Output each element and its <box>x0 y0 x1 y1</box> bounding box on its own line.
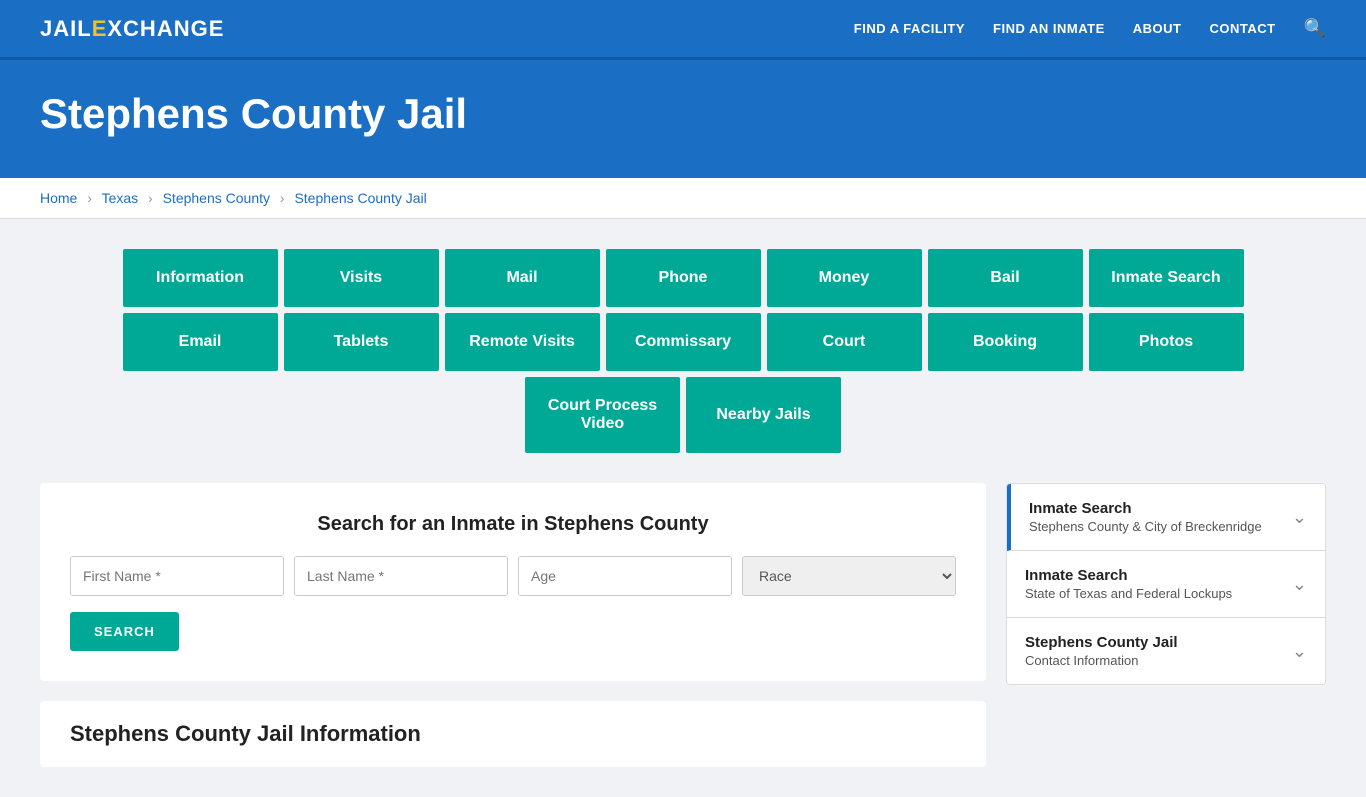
sidebar-item-title-0: Inmate Search <box>1029 500 1282 517</box>
inmate-search-form-box: Search for an Inmate in Stephens County … <box>40 483 986 681</box>
breadcrumb-jail[interactable]: Stephens County Jail <box>294 190 426 206</box>
category-btn-photos[interactable]: Photos <box>1089 313 1244 371</box>
category-btn-nearby-jails[interactable]: Nearby Jails <box>686 377 841 453</box>
breadcrumb: Home › Texas › Stephens County › Stephen… <box>0 178 1366 219</box>
search-form-title: Search for an Inmate in Stephens County <box>70 513 956 536</box>
sidebar-item-1[interactable]: Inmate Search State of Texas and Federal… <box>1007 551 1325 618</box>
category-btn-remote-visits[interactable]: Remote Visits <box>445 313 600 371</box>
sidebar-item-0[interactable]: Inmate Search Stephens County & City of … <box>1007 484 1325 551</box>
nav-find-facility[interactable]: FIND A FACILITY <box>854 21 965 36</box>
breadcrumb-sep-1: › <box>87 190 92 206</box>
hero-section: Stephens County Jail <box>0 60 1366 178</box>
sidebar-item-title-2: Stephens County Jail <box>1025 634 1282 651</box>
content-area: InformationVisitsMailPhoneMoneyBailInmat… <box>0 219 1366 797</box>
two-column-layout: Search for an Inmate in Stephens County … <box>40 483 1326 767</box>
category-btn-court-process-video[interactable]: Court Process Video <box>525 377 680 453</box>
sidebar-item-text-2: Stephens County Jail Contact Information <box>1025 634 1282 668</box>
chevron-down-icon: ⌄ <box>1292 641 1307 662</box>
logo-exchange: XCHANGE <box>107 16 224 42</box>
category-btn-information[interactable]: Information <box>123 249 278 307</box>
page-title: Stephens County Jail <box>40 90 1326 138</box>
category-btn-bail[interactable]: Bail <box>928 249 1083 307</box>
category-btn-booking[interactable]: Booking <box>928 313 1083 371</box>
button-row-3: Court Process VideoNearby Jails <box>525 377 841 453</box>
sidebar-item-subtitle-1: State of Texas and Federal Lockups <box>1025 586 1282 601</box>
sidebar-item-subtitle-2: Contact Information <box>1025 653 1282 668</box>
category-btn-mail[interactable]: Mail <box>445 249 600 307</box>
main-nav: JAIL E XCHANGE FIND A FACILITY FIND AN I… <box>0 0 1366 60</box>
nav-links: FIND A FACILITY FIND AN INMATE ABOUT CON… <box>854 18 1326 39</box>
first-name-input[interactable] <box>70 556 284 596</box>
race-select[interactable]: Race White Black Hispanic Asian Other <box>742 556 956 596</box>
category-btn-court[interactable]: Court <box>767 313 922 371</box>
breadcrumb-sep-3: › <box>280 190 285 206</box>
logo-jail: JAIL <box>40 16 92 42</box>
nav-contact[interactable]: CONTACT <box>1209 21 1275 36</box>
sidebar-item-text-1: Inmate Search State of Texas and Federal… <box>1025 567 1282 601</box>
nav-about[interactable]: ABOUT <box>1133 21 1182 36</box>
breadcrumb-home[interactable]: Home <box>40 190 77 206</box>
category-btn-visits[interactable]: Visits <box>284 249 439 307</box>
breadcrumb-sep-2: › <box>148 190 153 206</box>
sidebar-accordion: Inmate Search Stephens County & City of … <box>1006 483 1326 685</box>
sidebar-item-title-1: Inmate Search <box>1025 567 1282 584</box>
logo[interactable]: JAIL E XCHANGE <box>40 16 224 42</box>
search-icon[interactable]: 🔍 <box>1304 18 1326 39</box>
category-btn-tablets[interactable]: Tablets <box>284 313 439 371</box>
chevron-down-icon: ⌄ <box>1292 574 1307 595</box>
info-section: Stephens County Jail Information <box>40 701 986 767</box>
form-fields: Race White Black Hispanic Asian Other <box>70 556 956 596</box>
sidebar-item-text-0: Inmate Search Stephens County & City of … <box>1029 500 1282 534</box>
age-input[interactable] <box>518 556 732 596</box>
logo-x: E <box>92 16 108 42</box>
search-button[interactable]: SEARCH <box>70 612 179 651</box>
category-btn-email[interactable]: Email <box>123 313 278 371</box>
breadcrumb-county[interactable]: Stephens County <box>163 190 270 206</box>
category-btn-money[interactable]: Money <box>767 249 922 307</box>
info-section-title: Stephens County Jail Information <box>70 721 956 747</box>
category-button-grid: InformationVisitsMailPhoneMoneyBailInmat… <box>40 249 1326 453</box>
breadcrumb-texas[interactable]: Texas <box>102 190 139 206</box>
sidebar-item-subtitle-0: Stephens County & City of Breckenridge <box>1029 519 1282 534</box>
category-btn-commissary[interactable]: Commissary <box>606 313 761 371</box>
sidebar-item-2[interactable]: Stephens County Jail Contact Information… <box>1007 618 1325 684</box>
button-row-1: InformationVisitsMailPhoneMoneyBailInmat… <box>123 249 1244 307</box>
chevron-down-icon: ⌄ <box>1292 507 1307 528</box>
left-column: Search for an Inmate in Stephens County … <box>40 483 986 767</box>
last-name-input[interactable] <box>294 556 508 596</box>
category-btn-inmate-search[interactable]: Inmate Search <box>1089 249 1244 307</box>
button-row-2: EmailTabletsRemote VisitsCommissaryCourt… <box>123 313 1244 371</box>
category-btn-phone[interactable]: Phone <box>606 249 761 307</box>
nav-find-inmate[interactable]: FIND AN INMATE <box>993 21 1105 36</box>
